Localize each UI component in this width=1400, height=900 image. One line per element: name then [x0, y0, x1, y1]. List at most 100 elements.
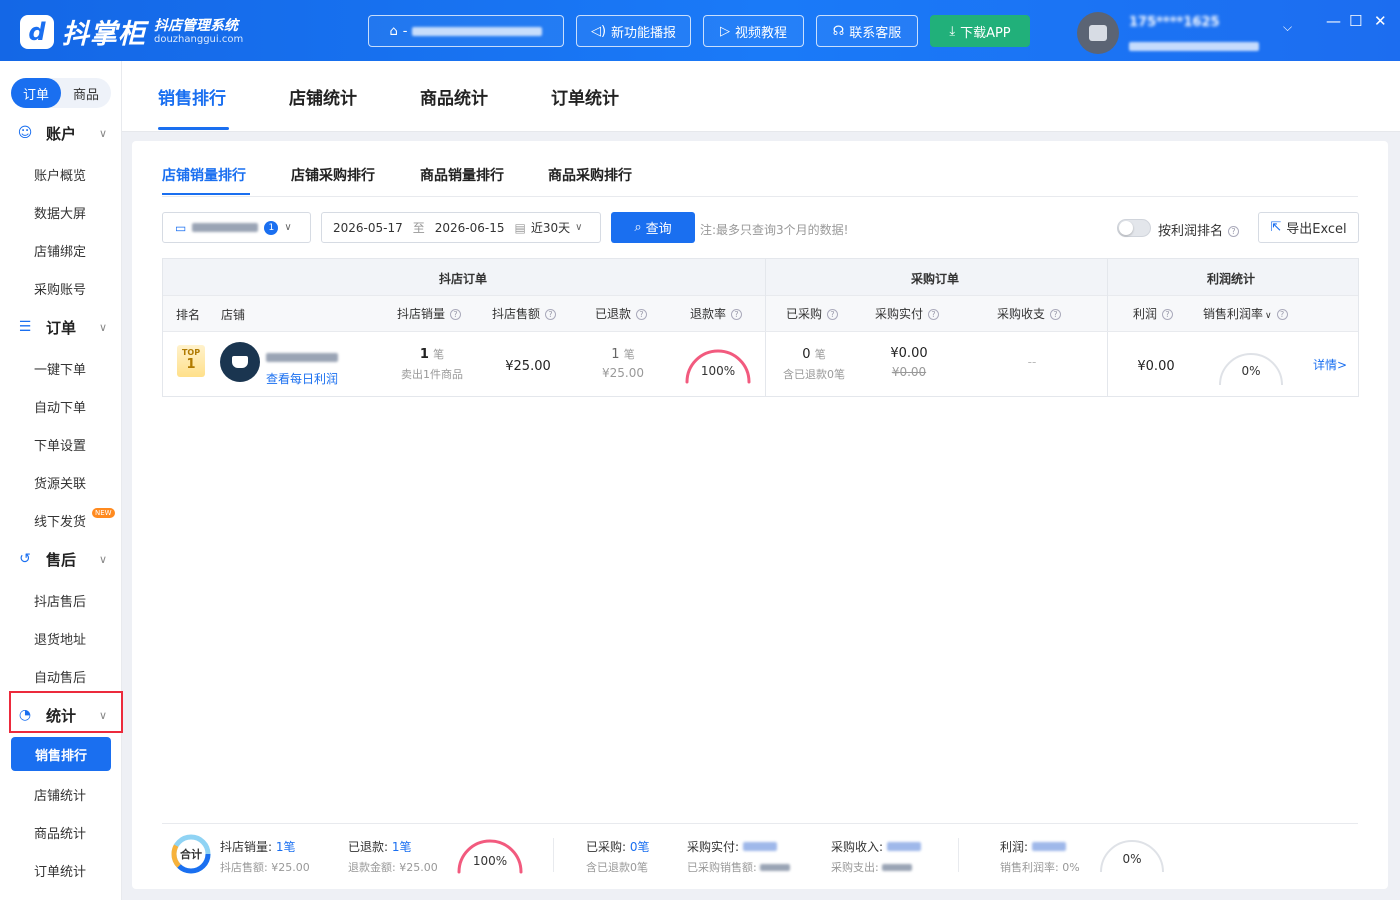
- help-icon[interactable]: ?: [1162, 309, 1174, 320]
- chevron-down-icon: ∨: [99, 552, 108, 566]
- subtab-shop-purchase-ranking[interactable]: 店铺采购排行: [291, 165, 375, 185]
- blurred-user-detail: [1129, 42, 1259, 51]
- detail-link[interactable]: 详情>: [1313, 356, 1347, 373]
- tab-product-stats[interactable]: 商品统计: [420, 84, 488, 109]
- header-profit: 利润?: [1133, 305, 1174, 322]
- subtab-product-purchase-ranking[interactable]: 商品采购排行: [548, 165, 632, 185]
- new-features-button[interactable]: ◁) 新功能播报: [576, 15, 691, 47]
- maximize-icon[interactable]: ☐: [1349, 12, 1362, 30]
- tab-shop-stats[interactable]: 店铺统计: [289, 84, 357, 109]
- ranking-table: 抖店订单 采购订单 利润统计 排名 店铺 抖店销量? 抖店售额? 已退款? 退款…: [162, 258, 1359, 397]
- margin-gauge: 0%: [1216, 347, 1286, 387]
- sales-qty-cell: 1 笔 卖出1件商品: [401, 347, 463, 381]
- help-icon[interactable]: ?: [545, 309, 557, 320]
- footer-refund-rate-value: 100%: [472, 854, 508, 868]
- shop-icon: ▭: [175, 220, 187, 235]
- date-from[interactable]: 2026-05-17: [333, 221, 403, 235]
- tab-sales-ranking[interactable]: 销售排行: [158, 84, 226, 109]
- sidebar-item-one-click-order[interactable]: 一键下单: [34, 359, 86, 378]
- sidebar-group-account[interactable]: ☺ 账户 ∨: [0, 119, 122, 147]
- shop-filter-select[interactable]: ▭ 1 ∨: [162, 212, 311, 243]
- app-name: 抖掌柜: [62, 19, 146, 50]
- sidebar-item-order-stats[interactable]: 订单统计: [34, 861, 86, 880]
- sidebar-item-order-settings[interactable]: 下单设置: [34, 435, 86, 454]
- total-donut: 合计: [170, 833, 212, 875]
- footer-purchased: 已采购: 0笔 含已退款0笔: [586, 840, 650, 874]
- chevron-down-icon: ∨: [284, 222, 292, 233]
- download-app-button[interactable]: ⤓ 下载APP: [930, 15, 1030, 47]
- blurred-shop-name: [192, 223, 259, 232]
- header-purchase-paid: 采购实付?: [875, 305, 940, 322]
- help-icon[interactable]: ?: [1050, 309, 1062, 320]
- daily-profit-link[interactable]: 查看每日利润: [266, 370, 338, 387]
- sidebar-item-source-link[interactable]: 货源关联: [34, 473, 86, 492]
- export-excel-button[interactable]: ⇱ 导出Excel: [1258, 212, 1359, 243]
- help-icon[interactable]: ?: [636, 309, 648, 320]
- shop-selector-button[interactable]: ⌂ -: [368, 15, 564, 47]
- user-info[interactable]: 175****1625: [1129, 15, 1259, 55]
- footer-sales: 抖店销量: 1笔 抖店售额: ¥25.00: [220, 840, 310, 874]
- query-button[interactable]: ⌕ 查询: [611, 212, 695, 243]
- sidebar-item-data-screen[interactable]: 数据大屏: [34, 203, 86, 222]
- sidebar-item-purchase-account[interactable]: 采购账号: [34, 279, 86, 298]
- help-icon[interactable]: ?: [928, 309, 940, 320]
- profit-sort-toggle[interactable]: [1117, 219, 1151, 237]
- header-margin[interactable]: 销售利润率 ∨?: [1203, 305, 1288, 322]
- help-icon[interactable]: ?: [450, 309, 462, 320]
- date-to[interactable]: 2026-06-15: [435, 221, 505, 235]
- rank-badge: TOP 1: [177, 345, 205, 377]
- header-sales-amount: 抖店售额?: [492, 305, 557, 322]
- search-icon: ⌕: [634, 220, 642, 235]
- tab-order-stats[interactable]: 订单统计: [551, 84, 619, 109]
- mode-orders[interactable]: 订单: [11, 78, 61, 108]
- refund-rate-gauge: 100%: [683, 344, 753, 384]
- header-shop: 店铺: [221, 308, 246, 322]
- avatar-icon: [1089, 25, 1107, 41]
- help-icon[interactable]: ?: [1228, 226, 1240, 237]
- shop-icon: [232, 356, 248, 368]
- date-preset[interactable]: 近30天: [531, 219, 570, 236]
- sidebar-item-offline-ship[interactable]: 线下发货: [34, 511, 86, 530]
- sidebar-item-auto-order[interactable]: 自动下单: [34, 397, 86, 416]
- blurred-value: [886, 842, 921, 851]
- megaphone-icon: ◁): [590, 23, 607, 39]
- sidebar-group-orders[interactable]: ☰ 订单 ∨: [0, 313, 122, 341]
- help-icon[interactable]: ?: [827, 309, 839, 320]
- sidebar-item-return-address[interactable]: 退货地址: [34, 629, 86, 648]
- sidebar-item-product-stats[interactable]: 商品统计: [34, 823, 86, 842]
- calendar-icon: ▤: [514, 220, 526, 235]
- contact-support-button[interactable]: ☊ 联系客服: [816, 15, 918, 47]
- minimize-icon[interactable]: —: [1326, 12, 1341, 30]
- highlight-box: [9, 691, 123, 733]
- margin-value: 0%: [1241, 364, 1261, 378]
- sales-amount-cell: ¥25.00: [505, 359, 551, 374]
- sidebar: 订单 商品 ☺ 账户 ∨ 账户概览 数据大屏 店铺绑定 采购账号 ☰ 订单 ∨ …: [0, 61, 123, 900]
- help-icon[interactable]: ?: [731, 309, 743, 320]
- subtab-product-sales-ranking[interactable]: 商品销量排行: [420, 165, 504, 185]
- sidebar-item-shop-binding[interactable]: 店铺绑定: [34, 241, 86, 260]
- close-icon[interactable]: ✕: [1374, 12, 1387, 30]
- table-header: [163, 295, 1358, 331]
- sidebar-item-shop-stats[interactable]: 店铺统计: [34, 785, 86, 804]
- sidebar-item-shop-after-sales[interactable]: 抖店售后: [34, 591, 86, 610]
- blurred-value: [742, 842, 777, 851]
- subtab-shop-sales-ranking[interactable]: 店铺销量排行: [162, 165, 246, 185]
- chevron-down-icon[interactable]: ⌵: [1283, 20, 1292, 35]
- sidebar-item-auto-after-sales[interactable]: 自动售后: [34, 667, 86, 686]
- date-range-picker[interactable]: 2026-05-17 至 2026-06-15 ▤ 近30天 ∨: [321, 212, 601, 243]
- table-group-header: [163, 259, 1358, 295]
- shop-name-cell: 查看每日利润: [266, 347, 338, 387]
- mode-products[interactable]: 商品: [61, 78, 111, 108]
- sidebar-group-after-sales[interactable]: ↺ 售后 ∨: [0, 545, 122, 573]
- sidebar-item-account-overview[interactable]: 账户概览: [34, 165, 86, 184]
- shop-count-badge: 1: [264, 220, 279, 235]
- subtab-divider: [162, 196, 1358, 197]
- user-avatar[interactable]: [1077, 12, 1119, 54]
- footer-margin-gauge: 0%: [1097, 834, 1167, 874]
- purchase-balance-cell: --: [1027, 355, 1037, 369]
- video-tutorial-button[interactable]: ▷ 视频教程: [703, 15, 804, 47]
- refund-cell: 1 笔 ¥25.00: [602, 347, 644, 380]
- header-rank: 排名: [176, 308, 201, 322]
- sidebar-item-sales-ranking[interactable]: 销售排行: [11, 737, 111, 771]
- help-icon[interactable]: ?: [1276, 309, 1288, 320]
